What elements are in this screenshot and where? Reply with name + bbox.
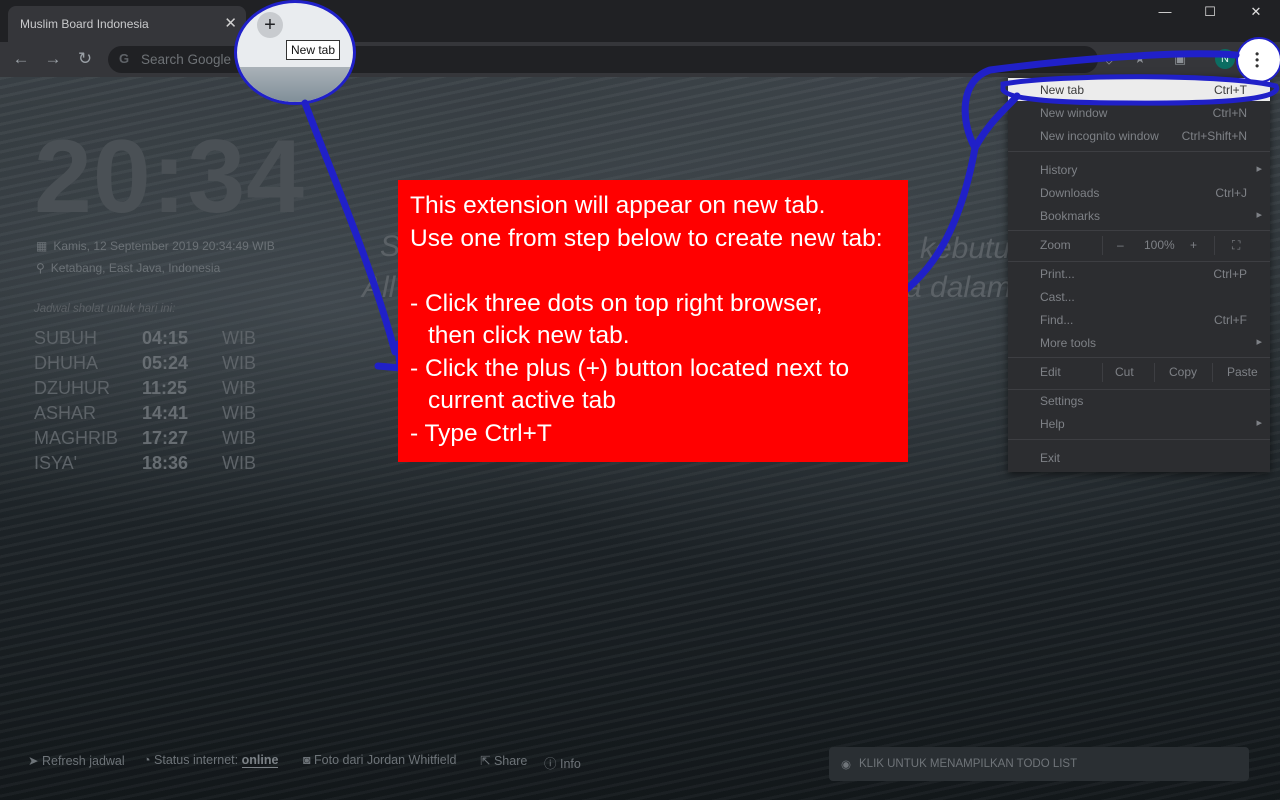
instruction-line: This extension will appear on new tab. — [410, 192, 826, 219]
instruction-line: - Click three dots on top right browser, — [410, 290, 823, 317]
instruction-line: - Type Ctrl+T — [410, 420, 552, 447]
instruction-line: - Click the plus (+) button located next… — [410, 355, 850, 382]
instruction-box: This extension will appear on new tab. U… — [398, 180, 908, 462]
instruction-line: then click new tab. — [428, 322, 630, 349]
arrow-to-plus-step — [301, 99, 399, 356]
arrow-head-left — [374, 340, 404, 372]
new-tab-highlight — [1000, 74, 1280, 106]
instruction-line: Use one from step below to create new ta… — [410, 225, 883, 252]
instruction-line: current active tab — [428, 387, 616, 414]
